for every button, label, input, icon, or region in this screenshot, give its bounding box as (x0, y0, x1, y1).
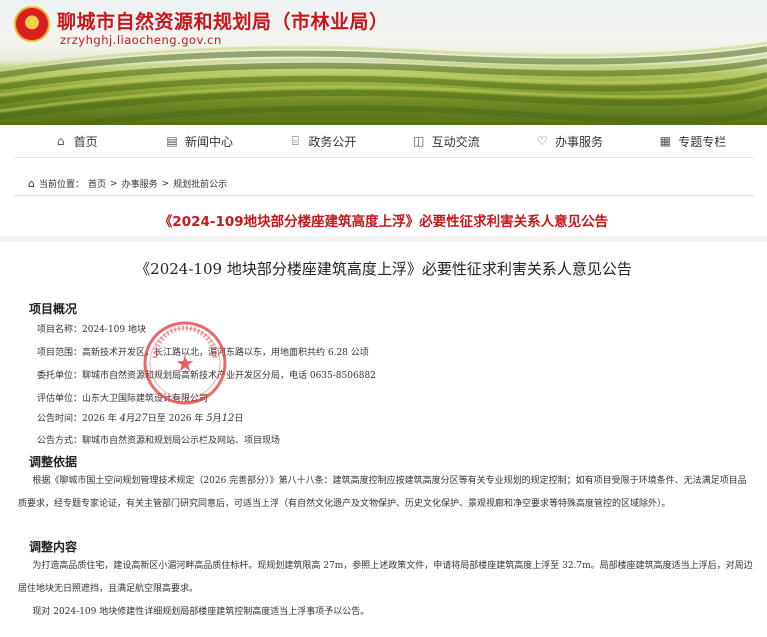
handwritten-start-day: 27 (135, 413, 148, 424)
handwritten-end-day: 12 (221, 413, 235, 424)
breadcrumb-link-planning[interactable]: 规划批前公示 (173, 177, 227, 190)
nav-item-home[interactable]: ⌂ 首页 (14, 133, 137, 150)
nav-item-interaction[interactable]: ◫ 互动交流 (384, 133, 507, 150)
home-icon: ⌂ (56, 134, 65, 148)
tea-field-image (0, 41, 767, 125)
nav-item-label: 专题专栏 (678, 134, 727, 149)
nav-item-label: 新闻中心 (184, 134, 233, 149)
handwritten-end-month: 5 (206, 413, 213, 424)
section-heading-content: 调整内容 (29, 540, 78, 554)
time-prefix: 公告时间：2026 年 (37, 414, 117, 424)
nav-item-label: 办事服务 (554, 134, 603, 149)
national-emblem-icon: ★ (14, 6, 50, 42)
nav-item-gov-affairs[interactable]: ⌸ 政务公开 (261, 133, 384, 150)
chat-icon: ◫ (412, 134, 425, 148)
closing-paragraph: 现对 2024-109 地块修建性详细规划局部楼座建筑控制高度适当上浮事项予以公… (32, 607, 370, 617)
nav-item-news[interactable]: ▤ 新闻中心 (137, 133, 260, 150)
main-nav: ⌂ 首页 ▤ 新闻中心 ⌸ 政务公开 ◫ 互动交流 ♡ 办事服务 ▦ 专题专栏 (14, 125, 754, 158)
overview-row-time: 公告时间：2026 年 4月27日至 2026 年 5月12日 (37, 413, 244, 424)
breadcrumb-link-home[interactable]: 首页 (88, 177, 106, 190)
home-icon: ⌂ (28, 177, 35, 190)
breadcrumb-link-services[interactable]: 办事服务 (122, 177, 158, 190)
breadcrumb-separator: > (110, 178, 118, 189)
site-domain: zrzyhghj.liaocheng.gov.cn (60, 33, 222, 47)
handwritten-start-month: 4 (119, 413, 127, 424)
basis-paragraph: 根据《聊城市国土空间规划管理技术规定（2026 完善部分）》第八十八条：建筑高度… (18, 476, 747, 509)
nav-item-label: 互动交流 (431, 134, 480, 149)
divider (0, 236, 767, 242)
time-mid: 日至 2026 年 (147, 414, 204, 424)
content-paragraph: 为打造高品质住宅，建设高新区小湄河畔高品质住标杆。现规划建筑限高 27m，参照上… (18, 561, 753, 594)
header-banner: ★ 聊城市自然资源和规划局（市林业局） zrzyhghj.liaocheng.g… (0, 0, 767, 125)
time-suffix: 日 (234, 414, 244, 424)
breadcrumb-prefix: 当前位置： (38, 180, 84, 190)
svg-text:★: ★ (175, 352, 195, 377)
official-seal-stamp: ★ (143, 321, 227, 405)
breadcrumb-separator: > (161, 178, 170, 189)
section-heading-basis: 调整依据 (29, 455, 78, 469)
site-title[interactable]: 聊城市自然资源和规划局（市林业局） (57, 7, 389, 34)
section-heading-overview: 项目概况 (29, 302, 78, 316)
nav-item-topics[interactable]: ▦ 专题专栏 (631, 133, 754, 150)
news-icon: ▤ (166, 134, 178, 148)
overview-row-name: 项目名称：2024-109 地块 (37, 325, 146, 335)
bank-icon: ⌸ (291, 133, 299, 148)
nav-item-services[interactable]: ♡ 办事服务 (507, 133, 630, 150)
breadcrumb: ⌂ 当前位置： 首页 > 办事服务 > 规划批前公示 (14, 172, 754, 196)
document-title: 《2024-109 地块部分楼座建筑高度上浮》必要性征求利害关系人意见公告 (135, 260, 632, 278)
calendar-icon: ▦ (659, 134, 671, 148)
overview-row-method: 公告方式：聊城市自然资源和规划局公示栏及网站、项目现场 (37, 436, 281, 446)
heart-icon: ♡ (536, 134, 548, 148)
nav-item-label: 政务公开 (308, 134, 357, 149)
page-title: 《2024-109地块部分楼座建筑高度上浮》必要性征求利害关系人意见公告 (158, 214, 609, 230)
nav-item-label: 首页 (73, 134, 98, 149)
